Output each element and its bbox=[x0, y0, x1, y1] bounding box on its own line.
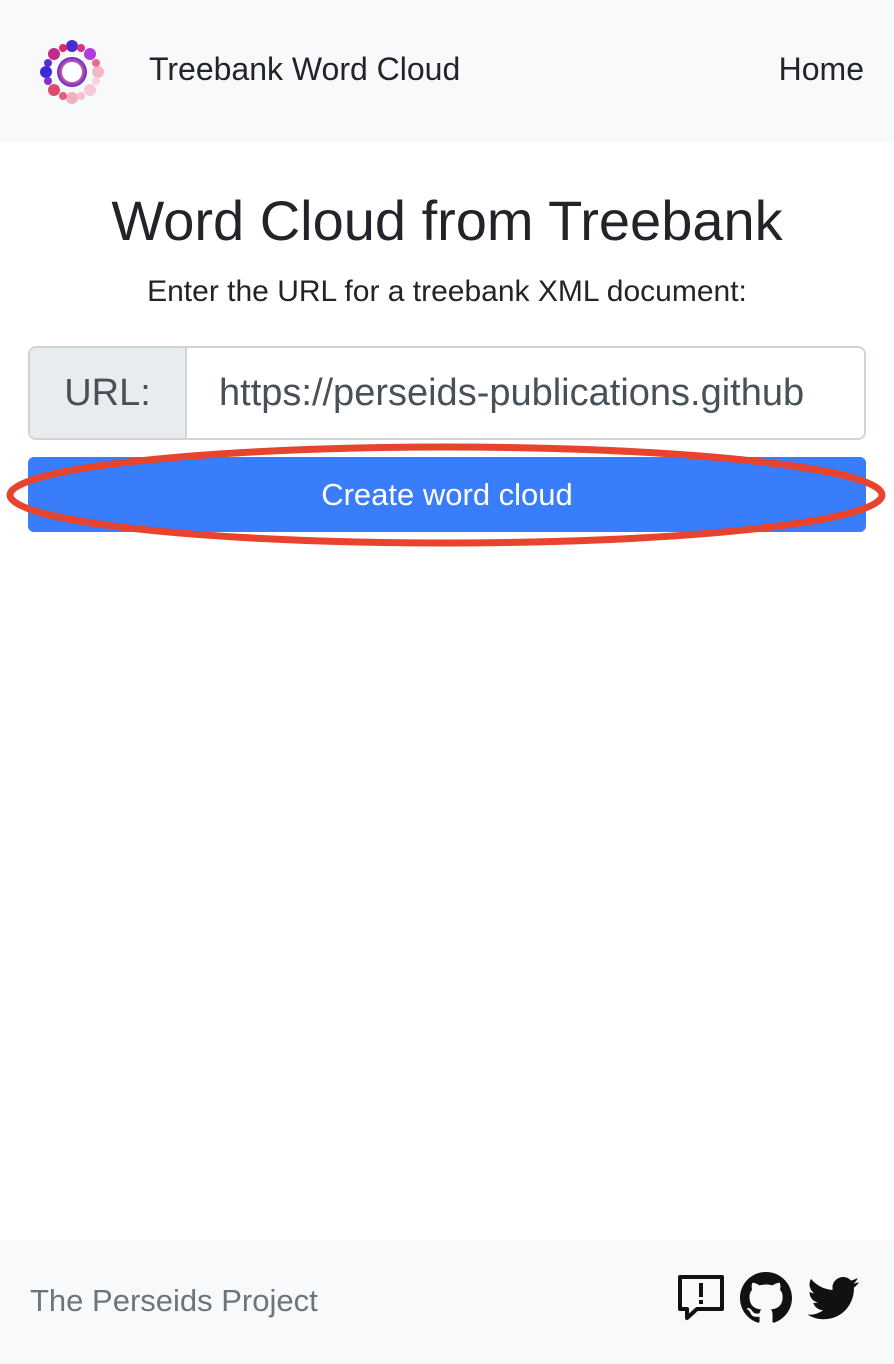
github-icon[interactable] bbox=[740, 1272, 792, 1324]
footer: The Perseids Project bbox=[0, 1240, 894, 1364]
footer-project-name: The Perseids Project bbox=[30, 1283, 318, 1318]
brand-title[interactable]: Treebank Word Cloud bbox=[149, 48, 460, 90]
url-input[interactable] bbox=[187, 348, 864, 438]
page: Treebank Word Cloud Home Word Cloud from… bbox=[0, 0, 894, 1364]
navbar: Treebank Word Cloud Home bbox=[0, 0, 894, 142]
perseids-flower-logo-icon bbox=[40, 40, 104, 104]
instruction-text: Enter the URL for a treebank XML documen… bbox=[147, 275, 747, 308]
page-title: Word Cloud from Treebank bbox=[111, 189, 783, 252]
create-word-cloud-button[interactable]: Create word cloud bbox=[28, 457, 866, 532]
twitter-icon[interactable] bbox=[808, 1272, 860, 1324]
url-label: URL: bbox=[30, 348, 187, 438]
url-input-group: URL: bbox=[28, 346, 866, 440]
logo-icon[interactable] bbox=[34, 34, 110, 110]
nav-home-link[interactable]: Home bbox=[779, 48, 864, 90]
feedback-icon[interactable] bbox=[675, 1272, 727, 1324]
